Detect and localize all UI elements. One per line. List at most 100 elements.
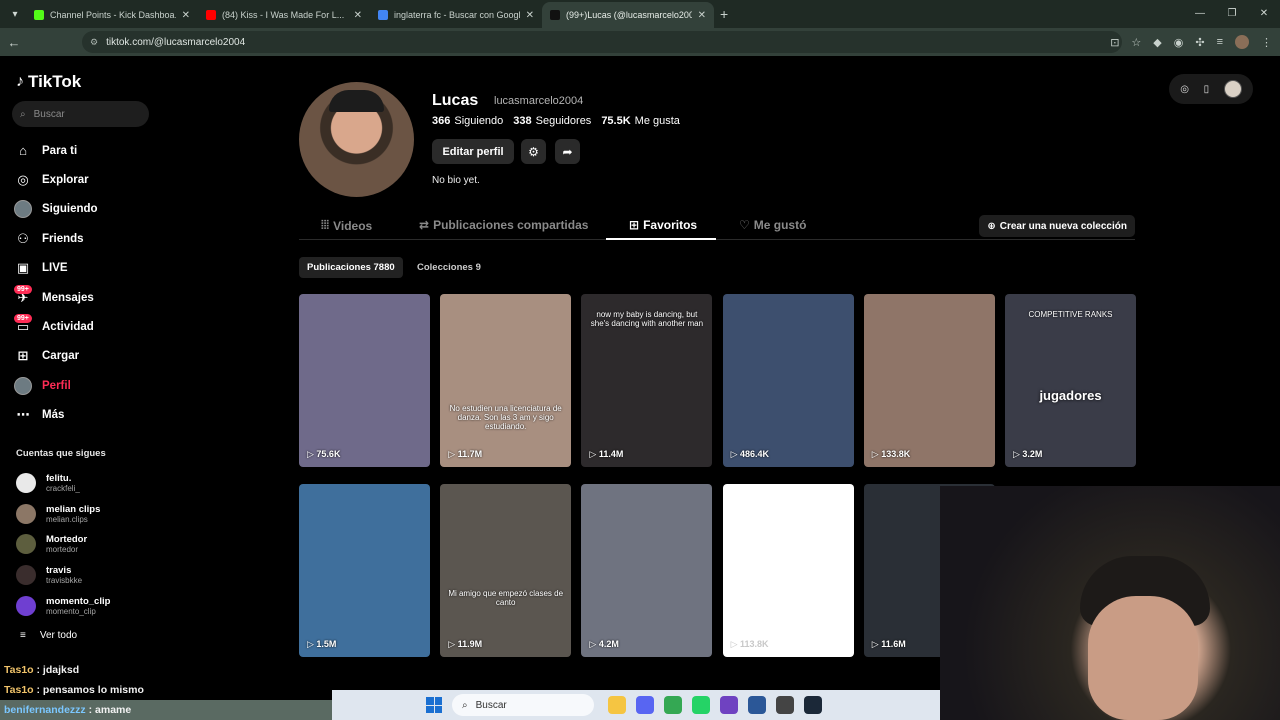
profile-bio: No bio yet. (432, 175, 480, 186)
user-avatar[interactable] (1223, 80, 1242, 98)
edit-profile-button[interactable]: Editar perfil (432, 139, 514, 164)
file-explorer-icon[interactable] (608, 696, 626, 714)
account-name: momento_clip (46, 595, 111, 607)
url-field[interactable]: ⚙ tiktok.com/@lucasmarcelo2004 (82, 31, 1122, 53)
repost-icon: ⇄ (419, 218, 430, 232)
play-icon: ▷ (589, 639, 599, 649)
following-account[interactable]: Mortedor mortedor (16, 529, 156, 560)
video-card[interactable]: ▷ 133.8K (863, 294, 995, 467)
video-card[interactable]: Mi amigo que empezó clases de canto ▷ 11.… (440, 484, 572, 657)
extensions-puzzle-icon[interactable]: ✣ (1195, 36, 1204, 49)
tab-close-icon[interactable]: ✕ (526, 10, 534, 21)
sidebar-item-live[interactable]: ▣ LIVE (14, 254, 98, 283)
obs-icon[interactable] (776, 696, 794, 714)
steam-icon[interactable] (804, 696, 822, 714)
following-stat[interactable]: 366 Siguiendo (432, 115, 503, 127)
video-card[interactable]: ▷ 4.2M (581, 484, 713, 657)
following-account[interactable]: felitu. crackfeli_ (16, 468, 156, 499)
video-card[interactable]: now my baby is dancing, but she's dancin… (581, 294, 713, 467)
see-all-link[interactable]: ≡ Ver todo (20, 630, 77, 641)
account-handle: mortedor (46, 545, 79, 555)
upload-icon: ⊞ (17, 348, 29, 364)
tab-favorites[interactable]: ⊞ Favoritos (629, 218, 697, 232)
windows-start-icon[interactable] (426, 697, 442, 713)
sidebar-item-actividad[interactable]: ▭ 99+ Actividad (14, 312, 98, 341)
notification-badge: 99+ (14, 314, 32, 324)
video-card[interactable]: ▷ 486.4K (722, 294, 854, 467)
coins-icon[interactable]: ◎ (1180, 84, 1189, 95)
see-all-label: Ver todo (39, 630, 78, 641)
video-card[interactable]: ▷ 113.8K (722, 484, 854, 657)
menu-kebab-icon[interactable]: ⋮ (1261, 36, 1272, 49)
video-card[interactable]: No estudien una licenciatura de danza. S… (440, 294, 572, 467)
chip-posts[interactable]: Publicaciones 7880 (299, 257, 403, 278)
browser-tab-label: Channel Points - Kick Dashboa... (50, 10, 176, 20)
site-info-icon[interactable]: ⚙ (90, 37, 98, 48)
chat-text: pensamos lo mismo (42, 684, 144, 696)
followers-stat[interactable]: 338 Seguidores (513, 115, 591, 127)
minimize-icon[interactable]: — (1184, 0, 1216, 28)
tab-favicon-icon (378, 10, 388, 20)
share-icon[interactable]: ➦ (555, 139, 580, 164)
tab-close-icon[interactable]: ✕ (182, 10, 190, 21)
sidebar-item-más[interactable]: ⋯ Más (14, 401, 98, 430)
sidebar-item-para-ti[interactable]: ⌂ Para ti (14, 136, 98, 165)
browser-tabstrip: ▾ Channel Points - Kick Dashboa... ✕ (84) … (0, 0, 1280, 28)
tab-favicon-icon (550, 10, 560, 20)
sidebar-item-perfil[interactable]: Perfil (14, 371, 98, 400)
sidebar-item-siguiendo[interactable]: Siguiendo (14, 195, 98, 224)
install-icon[interactable]: ⊡ (1110, 36, 1119, 49)
chrome-icon[interactable] (664, 696, 682, 714)
reading-list-icon[interactable]: ≡ (1217, 36, 1223, 48)
more-icon: ⋯ (16, 407, 30, 423)
settings-gear-icon[interactable]: ⚙ (521, 139, 546, 164)
extension-icon[interactable]: ◆ (1153, 36, 1161, 49)
close-window-icon[interactable]: ✕ (1248, 0, 1280, 28)
following-account[interactable]: melian clips melian.clips (16, 499, 156, 530)
back-icon[interactable]: ← (0, 35, 28, 50)
browser-tab[interactable]: Channel Points - Kick Dashboa... ✕ (26, 2, 198, 28)
sidebar-item-explorar[interactable]: ◎ Explorar (14, 165, 98, 194)
browser-tab[interactable]: (99+)Lucas (@lucasmarcelo200... ✕ (542, 2, 714, 28)
tab-search-icon[interactable]: ▾ (4, 3, 26, 25)
create-collection-button[interactable]: ⊕ Crear una nueva colección (979, 215, 1135, 237)
restore-icon[interactable]: ❐ (1216, 0, 1248, 28)
sidebar-item-mensajes[interactable]: ✈ 99+ Mensajes (14, 283, 98, 312)
video-card[interactable]: ▷ 75.6K (299, 294, 430, 467)
tab-videos[interactable]: ⦙⦙⦙ Videos (321, 218, 372, 233)
following-account[interactable]: momento_clip momento_clip (16, 590, 156, 621)
tiktok-logo[interactable]: ♪ TikTok (16, 72, 81, 92)
search-input[interactable]: ⌕ Buscar (12, 101, 149, 127)
chip-collections[interactable]: Colecciones 9 (409, 257, 489, 278)
bookmark-star-icon[interactable]: ☆ (1131, 36, 1141, 49)
play-icon: ▷ (1013, 449, 1023, 459)
browser-tab[interactable]: (84) Kiss - I Was Made For L... ✕ (198, 2, 370, 28)
browser-tab[interactable]: inglaterra fc - Buscar con Googl... ✕ (370, 2, 542, 28)
app-icon[interactable] (720, 696, 738, 714)
profile-tabs: ⦙⦙⦙ Videos ⇄ Publicaciones compartidas ⊞ Fa… (299, 212, 1135, 240)
tab-close-icon[interactable]: ✕ (354, 10, 362, 21)
sidebar-item-friends[interactable]: ⚇ Friends (14, 224, 98, 253)
extension-icon[interactable]: ◉ (1174, 36, 1184, 49)
tab-favicon-icon (206, 10, 216, 20)
store-icon[interactable] (748, 696, 766, 714)
search-icon: ⌕ (462, 699, 468, 711)
sidebar-item-label: LIVE (42, 262, 68, 275)
device-icon[interactable]: ▯ (1204, 84, 1210, 95)
browser-profile-avatar[interactable] (1235, 35, 1249, 49)
tab-close-icon[interactable]: ✕ (698, 10, 706, 21)
discord-icon[interactable] (636, 696, 654, 714)
whatsapp-icon[interactable] (692, 696, 710, 714)
tab-shared-posts[interactable]: ⇄ Publicaciones compartidas (419, 218, 588, 232)
following-account[interactable]: travis travisbkke (16, 560, 156, 591)
new-tab-icon[interactable]: + (720, 6, 728, 22)
view-count: ▷ 75.6K (307, 449, 341, 459)
taskbar-search[interactable]: ⌕ Buscar (452, 694, 594, 716)
video-card[interactable]: ▷ 1.5M (299, 484, 430, 657)
video-card[interactable]: COMPETITIVE RANKS jugadores ▷ 3.2M (1005, 294, 1136, 467)
window-controls: — ❐ ✕ (1184, 0, 1280, 28)
sidebar-item-cargar[interactable]: ⊞ Cargar (14, 342, 98, 371)
active-tab-indicator (606, 238, 716, 240)
friends-icon: ⚇ (17, 230, 29, 246)
tab-liked[interactable]: ♡ Me gustó (739, 218, 806, 232)
